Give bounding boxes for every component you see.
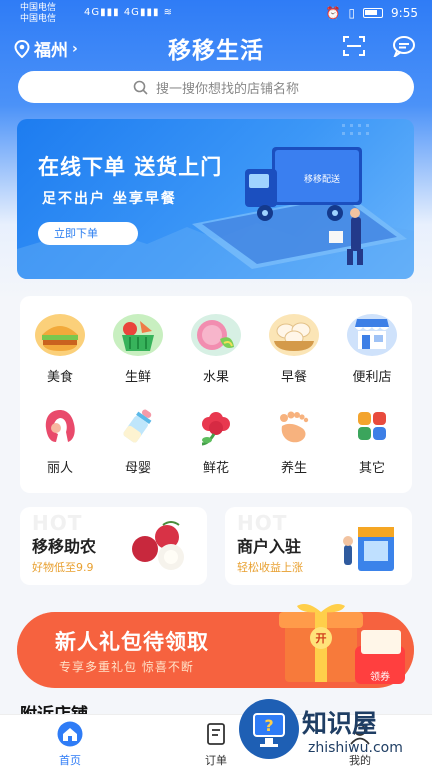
net-type-2: 4G <box>123 7 140 18</box>
category-label: 水果 <box>202 370 229 385</box>
category-others[interactable]: 其它 <box>337 404 407 476</box>
category-label: 其它 <box>358 461 385 476</box>
feature-cards: HOT 移移助农 好物低至9.9 HOT 商户入驻 轻松收益上涨 <box>20 507 412 585</box>
category-label: 养生 <box>280 461 307 476</box>
signal-icon: 4G▮▮▮ 4G▮▮▮ ≋ <box>84 7 174 18</box>
card-title: 移移助农 <box>32 537 97 556</box>
steamer-icon <box>269 314 319 356</box>
category-label: 早餐 <box>280 370 307 385</box>
category-breakfast[interactable]: 早餐 <box>259 313 329 385</box>
site-watermark: ? 知识屋 zhishiwu.com <box>239 699 426 762</box>
carrier-labels: 中国电信 中国电信 <box>20 3 56 25</box>
banner-subtitle: 足不出户 坐享早餐 <box>42 191 177 207</box>
help-monitor-icon: ? <box>239 699 299 759</box>
category-label: 美食 <box>46 370 73 385</box>
category-fruit[interactable]: 水果 <box>181 313 251 385</box>
vibrate-icon: ▯ <box>348 6 356 20</box>
status-time: 9:55 <box>391 6 418 20</box>
category-label: 丽人 <box>46 461 73 476</box>
search-bar[interactable]: 搜一搜你想找的店铺名称 <box>18 71 414 103</box>
app-header: 福州 › 移移生活 <box>0 30 432 64</box>
home-icon <box>57 721 83 747</box>
category-label: 生鲜 <box>124 370 151 385</box>
basket-icon <box>113 314 163 356</box>
svg-text:开: 开 <box>316 632 327 645</box>
fruit-icon <box>191 314 241 356</box>
status-bar: 中国电信 中国电信 4G▮▮▮ 4G▮▮▮ ≋ ⏰ ▯ 9:55 <box>0 0 432 28</box>
burger-icon <box>35 314 85 356</box>
card-farm-help[interactable]: HOT 移移助农 好物低至9.9 <box>20 507 207 585</box>
message-icon[interactable] <box>392 35 416 57</box>
carrier-2: 中国电信 <box>20 14 57 24</box>
svg-text:?: ? <box>264 716 273 735</box>
hot-label: HOT <box>237 511 288 535</box>
card-merchant-join[interactable]: HOT 商户入驻 轻松收益上涨 <box>225 507 412 585</box>
tab-label: 首页 <box>59 754 81 767</box>
baby-bottle-icon <box>123 409 152 443</box>
category-label: 母婴 <box>124 461 151 476</box>
category-convenience-store[interactable]: 便利店 <box>337 313 407 385</box>
watermark-name: 知识屋 <box>302 709 378 738</box>
storefront-icon <box>343 527 394 571</box>
svg-text:领券: 领券 <box>370 670 390 683</box>
gift-banner-title: 新人礼包待领取 <box>55 630 209 654</box>
svg-text:移移配送: 移移配送 <box>304 173 340 185</box>
tab-home[interactable]: 首页 <box>35 715 105 768</box>
order-now-button[interactable]: 立即下单 <box>38 222 138 245</box>
new-user-gift-banner[interactable]: 开 领券 新人礼包待领取 专享多重礼包 惊喜不断 <box>17 600 414 690</box>
category-grid: 美食 生鲜 水果 早餐 便利店 丽人 母婴 鲜花 养生 其它 <box>20 296 412 493</box>
promo-banner[interactable]: 移移配送 在线下单 送货上门 足不出户 坐享早餐 立即下单 <box>17 119 414 279</box>
category-food[interactable]: 美食 <box>25 313 95 385</box>
card-subtitle: 轻松收益上涨 <box>237 561 303 574</box>
card-title: 商户入驻 <box>237 537 302 556</box>
category-label: 鲜花 <box>202 461 229 476</box>
category-label: 便利店 <box>352 370 392 385</box>
order-list-icon <box>207 723 225 745</box>
card-subtitle: 好物低至9.9 <box>32 561 94 574</box>
grid-icon <box>358 412 386 440</box>
alarm-icon: ⏰ <box>325 6 341 20</box>
search-placeholder: 搜一搜你想找的店铺名称 <box>155 81 299 97</box>
category-fresh[interactable]: 生鲜 <box>103 313 173 385</box>
net-type-1: 4G <box>84 7 101 18</box>
foot-icon <box>280 411 309 443</box>
app-title: 移移生活 <box>168 38 264 64</box>
carrier-1: 中国电信 <box>20 3 57 13</box>
status-right: ⏰ ▯ 9:55 <box>325 6 418 20</box>
gift-banner-subtitle: 专享多重礼包 惊喜不断 <box>59 660 194 674</box>
category-beauty[interactable]: 丽人 <box>25 404 95 476</box>
search-icon <box>133 80 148 95</box>
category-maternity[interactable]: 母婴 <box>103 404 173 476</box>
store-icon <box>347 314 397 356</box>
hair-icon <box>45 410 75 442</box>
watermark-url: zhishiwu.com <box>308 740 403 756</box>
battery-icon <box>363 8 384 18</box>
category-wellness[interactable]: 养生 <box>259 404 329 476</box>
scan-icon[interactable] <box>342 35 366 57</box>
banner-title: 在线下单 送货上门 <box>38 155 223 179</box>
flower-icon <box>201 412 230 446</box>
hot-label: HOT <box>32 511 83 535</box>
lychee-icon <box>132 521 184 570</box>
category-flowers[interactable]: 鲜花 <box>181 404 251 476</box>
